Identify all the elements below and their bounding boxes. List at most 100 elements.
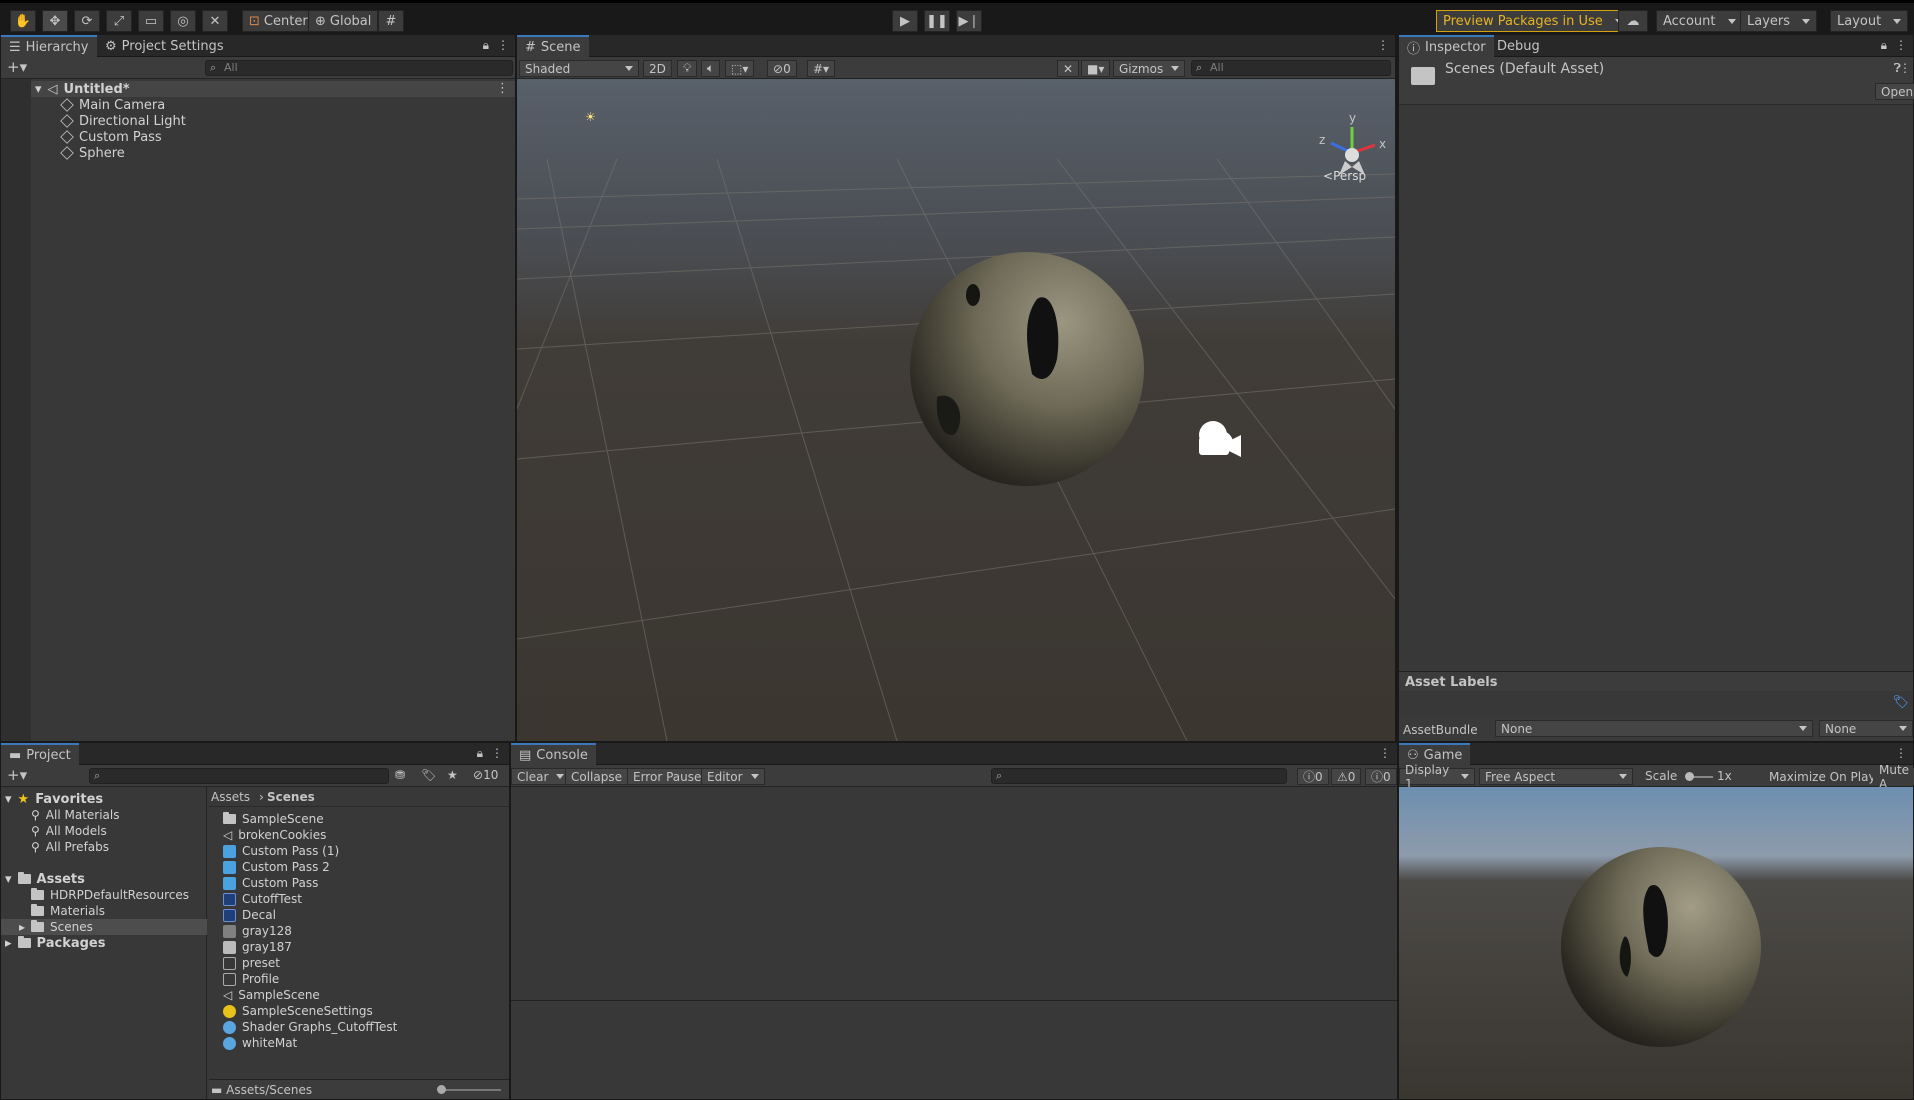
console-log-area[interactable] xyxy=(511,787,1397,1001)
slider-thumb[interactable] xyxy=(437,1085,446,1094)
cloud-icon[interactable]: ☁ xyxy=(1618,10,1648,32)
hierarchy-search-input[interactable]: All xyxy=(205,60,513,76)
tab-project[interactable]: ▬ Project xyxy=(1,743,79,765)
list-item[interactable]: SampleSceneSettings xyxy=(223,1003,373,1019)
kebab-menu-icon[interactable]: ⋮ xyxy=(1899,61,1911,75)
move-tool-icon[interactable]: ✥ xyxy=(42,10,68,32)
favorites-item[interactable]: ⚲ All Prefabs xyxy=(31,839,109,855)
kebab-menu-icon[interactable]: ⋮ xyxy=(1895,38,1907,53)
list-item[interactable]: ◁ brokenCookies xyxy=(223,827,326,843)
filter-type-icon[interactable]: ⛃ xyxy=(395,768,405,782)
hidden-packages-toggle[interactable]: ⊘10 xyxy=(473,768,498,782)
tab-project-settings[interactable]: ⚙ Project Settings xyxy=(97,35,232,57)
list-item[interactable]: whiteMat xyxy=(223,1035,297,1051)
list-item[interactable]: SampleScene xyxy=(223,811,324,827)
pivot-center-button[interactable]: ⊡ Center xyxy=(242,10,315,32)
tag-icon[interactable]: 🏷︎ xyxy=(1892,695,1909,710)
shading-mode-dropdown[interactable]: Shaded xyxy=(519,60,639,77)
error-toggle[interactable]: ⓘ 0 xyxy=(1365,768,1397,785)
star-icon[interactable]: ★ xyxy=(447,768,458,782)
scale-tool-icon[interactable]: ⤢ xyxy=(106,10,132,32)
lock-icon[interactable]: 🔒︎ xyxy=(477,746,483,761)
play-button[interactable]: ▶ xyxy=(892,10,918,32)
scene-search-input[interactable]: All xyxy=(1191,60,1391,76)
account-dropdown[interactable]: Account xyxy=(1656,10,1743,32)
list-item[interactable]: Custom Pass xyxy=(223,875,318,891)
preview-packages-button[interactable]: Preview Packages in Use xyxy=(1436,10,1630,32)
list-item[interactable]: preset xyxy=(223,955,280,971)
lock-icon[interactable]: 🔒︎ xyxy=(483,38,489,53)
slider-thumb[interactable] xyxy=(1685,772,1694,781)
list-item[interactable]: gray128 xyxy=(223,923,292,939)
add-icon[interactable]: +▾ xyxy=(7,766,27,784)
lighting-toggle-icon[interactable]: 💡︎ xyxy=(677,60,698,77)
assets-folder[interactable]: ▾ Assets xyxy=(5,871,85,887)
hand-tool-icon[interactable]: ✋ xyxy=(10,10,36,32)
log-toggle[interactable]: ⓘ 0 xyxy=(1297,768,1329,785)
icon-size-slider[interactable] xyxy=(441,1089,501,1091)
console-search-input[interactable] xyxy=(991,768,1287,784)
hierarchy-item[interactable]: Sphere xyxy=(60,145,125,161)
folder-item-selected[interactable]: ▸ Scenes xyxy=(19,919,93,935)
gizmos-dropdown[interactable]: Gizmos xyxy=(1113,60,1186,77)
grid-toggle-icon[interactable]: #▾ xyxy=(807,60,836,77)
tab-inspector[interactable]: ⓘ Inspector xyxy=(1399,35,1494,57)
step-button[interactable]: ▶❘ xyxy=(956,10,982,32)
pivot-global-button[interactable]: ⊕ Global xyxy=(308,10,379,32)
kebab-menu-icon[interactable]: ⋮ xyxy=(1377,38,1389,52)
grid-snap-icon[interactable]: # xyxy=(378,10,404,32)
collapse-toggle[interactable]: Collapse xyxy=(565,768,628,785)
list-item[interactable]: ◁ SampleScene xyxy=(223,987,320,1003)
rect-tool-icon[interactable]: ▭ xyxy=(138,10,164,32)
hierarchy-item[interactable]: Custom Pass xyxy=(60,129,162,145)
warning-toggle[interactable]: ⚠ 0 xyxy=(1331,768,1362,785)
packages-folder[interactable]: ▸ Packages xyxy=(5,935,105,951)
kebab-menu-icon[interactable]: ⋮ xyxy=(1379,746,1391,760)
directional-light-icon[interactable]: ☀ xyxy=(585,110,596,124)
scene-row[interactable]: ▾ ◁ Untitled* ⋮ xyxy=(31,81,515,97)
expand-arrow-icon[interactable]: ▾ xyxy=(35,82,42,97)
tab-hierarchy[interactable]: ☰ Hierarchy xyxy=(1,35,97,57)
kebab-menu-icon[interactable]: ⋮ xyxy=(497,38,509,53)
breadcrumb-item[interactable]: Scenes xyxy=(267,790,315,804)
list-item[interactable]: Custom Pass (1) xyxy=(223,843,339,859)
folder-item[interactable]: HDRPDefaultResources xyxy=(31,887,189,903)
audio-toggle-icon[interactable]: 🔈︎ xyxy=(701,60,721,77)
layout-dropdown[interactable]: Layout xyxy=(1830,10,1909,32)
list-item[interactable]: Decal xyxy=(223,907,276,923)
tab-debug[interactable]: Debug xyxy=(1489,35,1548,57)
hierarchy-item[interactable]: Main Camera xyxy=(60,97,165,113)
editor-dropdown[interactable]: Editor xyxy=(701,768,765,785)
sphere-object[interactable] xyxy=(910,252,1144,486)
layers-dropdown[interactable]: Layers xyxy=(1740,10,1818,32)
tab-console[interactable]: ▤ Console xyxy=(511,743,596,765)
list-item[interactable]: Profile xyxy=(223,971,279,987)
kebab-menu-icon[interactable]: ⋮ xyxy=(1895,746,1907,760)
list-item[interactable]: gray187 xyxy=(223,939,292,955)
camera-dropdown-icon[interactable]: ■▾ xyxy=(1081,60,1111,77)
2d-toggle[interactable]: 2D xyxy=(643,60,672,77)
kebab-menu-icon[interactable]: ⋮ xyxy=(491,746,503,761)
hierarchy-item[interactable]: Directional Light xyxy=(60,113,186,129)
effects-dropdown-icon[interactable]: ⬚▾ xyxy=(725,60,755,77)
variant-dropdown[interactable]: None xyxy=(1819,720,1913,737)
list-item[interactable]: Custom Pass 2 xyxy=(223,859,330,875)
maximize-on-play-toggle[interactable]: Maximize On Play xyxy=(1763,768,1882,785)
error-pause-toggle[interactable]: Error Pause xyxy=(627,768,708,785)
favorites-item[interactable]: ⚲ All Models xyxy=(31,823,107,839)
assetbundle-dropdown[interactable]: None xyxy=(1495,720,1813,737)
pause-button[interactable]: ❚❚ xyxy=(924,10,950,32)
lock-icon[interactable]: 🔒︎ xyxy=(1881,38,1887,53)
kebab-menu-icon[interactable]: ⋮ xyxy=(496,81,509,96)
hidden-objects-toggle[interactable]: ⊘ 0 xyxy=(767,60,797,77)
favorites-item[interactable]: ⚲ All Materials xyxy=(31,807,120,823)
rotate-tool-icon[interactable]: ⟳ xyxy=(74,10,100,32)
tools-icon[interactable]: ✕ xyxy=(1057,60,1080,77)
folder-item[interactable]: Materials xyxy=(31,903,105,919)
scene-viewport[interactable]: ☀ xyxy=(517,79,1395,741)
tab-scene[interactable]: # Scene xyxy=(517,35,589,57)
open-button[interactable]: Open xyxy=(1875,83,1914,100)
mute-audio-toggle[interactable]: Mute A xyxy=(1873,763,1914,791)
clear-button[interactable]: Clear xyxy=(511,768,571,785)
project-search-input[interactable] xyxy=(89,768,389,784)
